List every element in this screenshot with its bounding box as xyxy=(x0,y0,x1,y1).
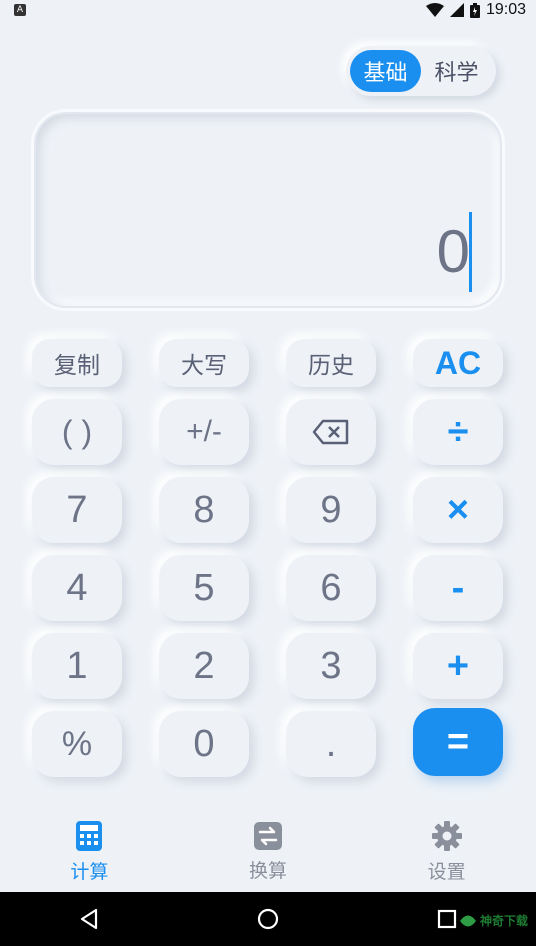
nav-settings-label: 设置 xyxy=(427,860,466,883)
backspace-button[interactable] xyxy=(286,399,376,465)
equals-button[interactable]: = xyxy=(413,708,503,776)
digit-6-button[interactable]: 6 xyxy=(286,555,376,621)
uppercase-button[interactable]: 大写 xyxy=(159,339,249,387)
back-icon[interactable] xyxy=(79,908,99,930)
gear-icon xyxy=(431,820,462,851)
backspace-icon xyxy=(312,419,349,445)
digit-8-button[interactable]: 8 xyxy=(159,477,249,543)
multiply-button[interactable]: × xyxy=(413,477,503,543)
sign-toggle-button[interactable]: +/- xyxy=(159,399,249,465)
digit-4-button[interactable]: 4 xyxy=(32,555,122,621)
recents-icon[interactable] xyxy=(437,909,457,929)
percent-button[interactable]: % xyxy=(32,711,122,777)
digit-7-button[interactable]: 7 xyxy=(32,477,122,543)
copy-button[interactable]: 复制 xyxy=(32,339,122,387)
keypad: 复制 大写 历史 AC ( ) +/- ÷ 7 8 9 × 4 5 6 - 1 … xyxy=(0,0,536,946)
divide-button[interactable]: ÷ xyxy=(413,399,503,465)
minus-button[interactable]: - xyxy=(413,555,503,621)
swap-icon xyxy=(253,821,282,850)
watermark-text: 神奇下载 xyxy=(479,914,528,928)
digit-0-button[interactable]: 0 xyxy=(159,711,249,777)
nav-calc[interactable]: 计算 xyxy=(29,820,149,884)
nav-settings[interactable]: 设置 xyxy=(387,820,507,884)
digit-5-button[interactable]: 5 xyxy=(159,555,249,621)
calculator-icon xyxy=(76,820,103,851)
digit-1-button[interactable]: 1 xyxy=(32,633,122,699)
plus-button[interactable]: + xyxy=(413,633,503,699)
home-icon[interactable] xyxy=(257,908,279,930)
watermark: 神奇下载 xyxy=(459,912,528,929)
watermark-logo-icon xyxy=(459,915,476,926)
parentheses-button[interactable]: ( ) xyxy=(32,399,122,465)
nav-calc-label: 计算 xyxy=(70,860,109,883)
digit-2-button[interactable]: 2 xyxy=(159,633,249,699)
system-nav-bar xyxy=(0,892,536,946)
digit-9-button[interactable]: 9 xyxy=(286,477,376,543)
bottom-nav: 计算 换算 设置 xyxy=(0,812,536,892)
nav-convert-label: 换算 xyxy=(248,859,287,882)
digit-3-button[interactable]: 3 xyxy=(286,633,376,699)
clear-all-button[interactable]: AC xyxy=(413,339,503,387)
decimal-point-button[interactable]: . xyxy=(286,711,376,777)
nav-convert[interactable]: 换算 xyxy=(208,821,328,883)
history-button[interactable]: 历史 xyxy=(286,339,376,387)
